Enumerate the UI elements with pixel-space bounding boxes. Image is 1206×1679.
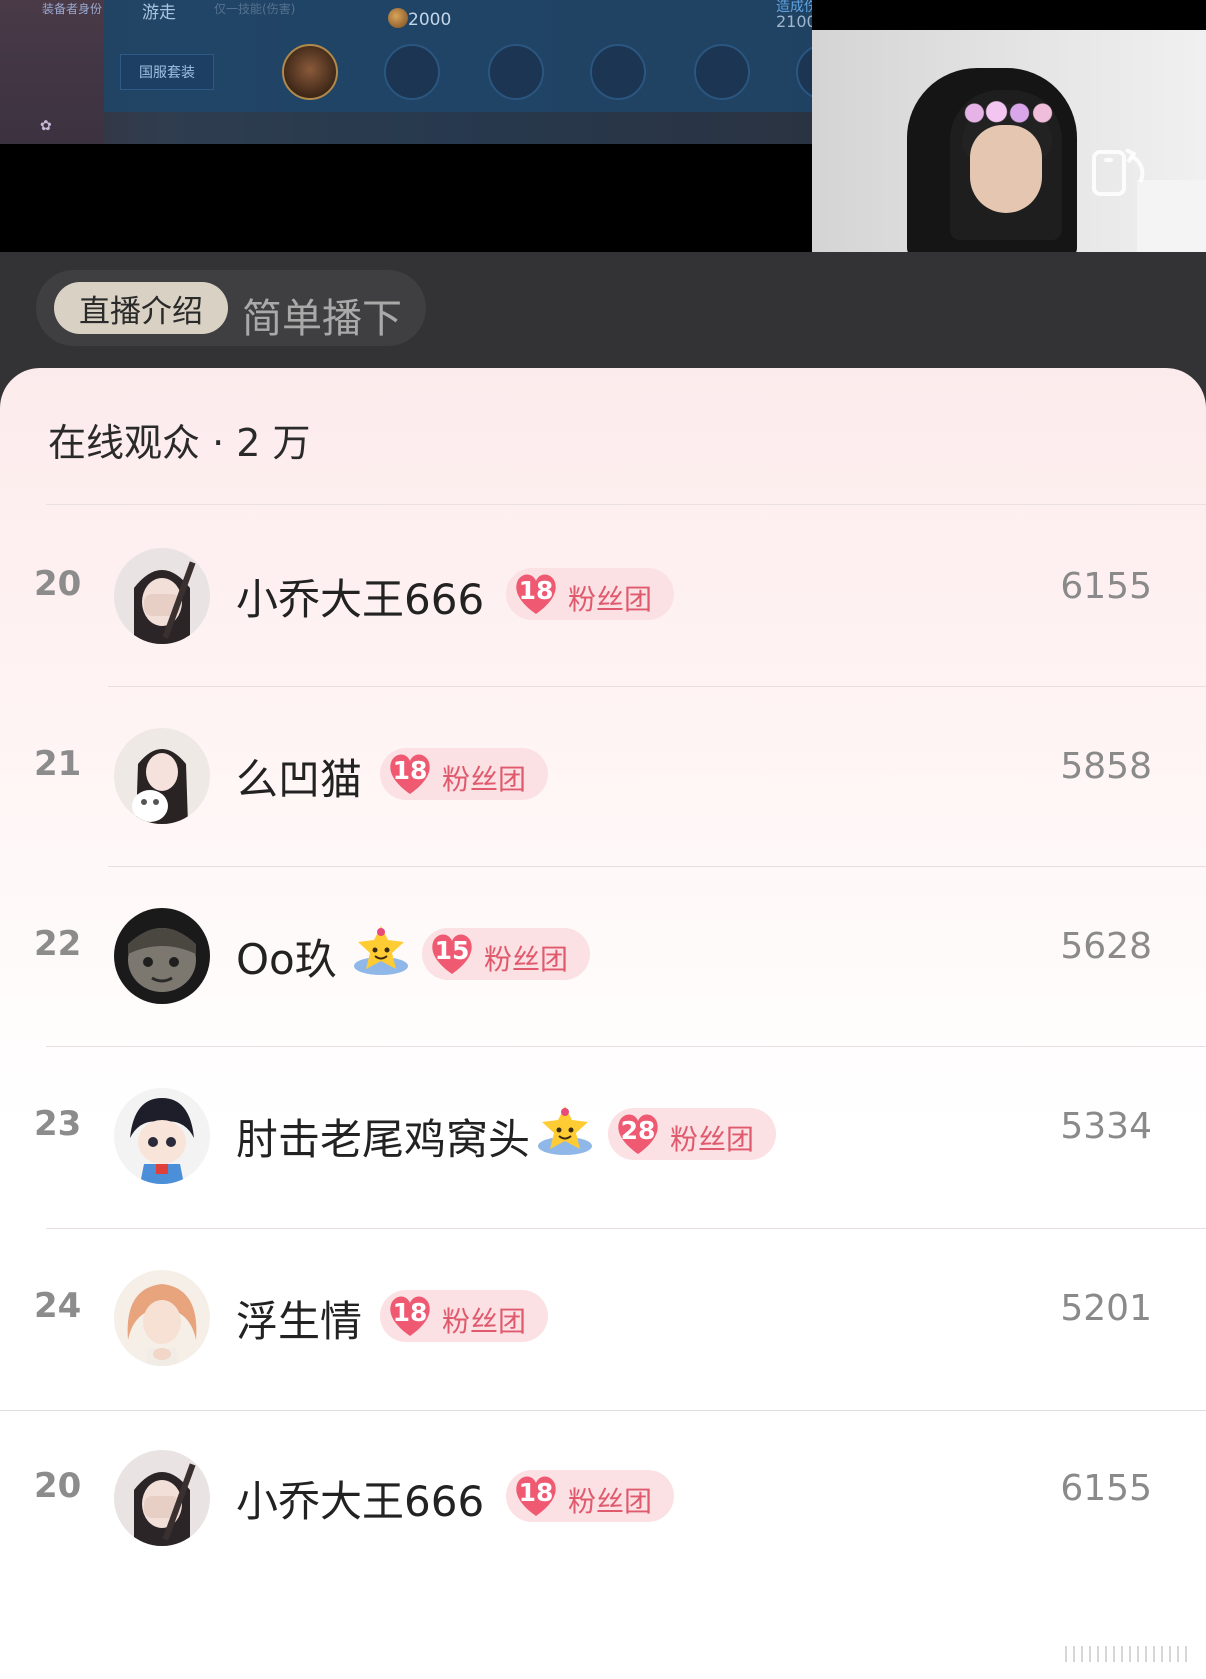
fan-level: 15	[434, 936, 470, 965]
contribution-score: 6155	[1060, 1468, 1152, 1509]
contribution-score: 5628	[1060, 926, 1152, 967]
game-gold: 2000	[408, 10, 452, 30]
item-slot	[694, 44, 750, 100]
contribution-score: 5858	[1060, 746, 1152, 787]
streamer-face	[970, 125, 1042, 213]
user-name: 小乔大王666	[236, 575, 485, 624]
game-screen: 装备者身份 游走 仅一技能(伤害) 2000 造成伤害减速 2100 国服套装 …	[0, 0, 812, 144]
fan-club-badge: 15 粉丝团	[422, 928, 590, 980]
contribution-score: 6155	[1060, 566, 1152, 607]
audience-row[interactable]: 24 浮生情 18 粉丝团 5201	[0, 1228, 1206, 1408]
avatar[interactable]	[114, 1088, 210, 1184]
contribution-score: 5201	[1060, 1288, 1152, 1329]
game-background	[0, 0, 104, 144]
fan-club-badge: 28 粉丝团	[608, 1108, 776, 1160]
fan-club-badge: 18 粉丝团	[380, 748, 548, 800]
user-name: Oo玖	[236, 935, 337, 984]
live-intro-tag: 直播介绍	[54, 282, 228, 334]
audience-row[interactable]: 23 肘击老尾鸡窝头 28 粉丝团 5334	[0, 1046, 1206, 1226]
user-name: 小乔大王666	[236, 1477, 485, 1526]
game-subtext: 仅一技能(伤害)	[214, 2, 296, 16]
audience-row[interactable]: 21 么凹猫 18 粉丝团 5858	[0, 686, 1206, 866]
fan-club-label: 粉丝团	[670, 1123, 755, 1156]
divider	[46, 504, 1206, 505]
fan-level: 18	[392, 1298, 428, 1327]
avatar[interactable]	[114, 1450, 210, 1546]
game-effect-value: 2100	[776, 12, 812, 31]
fan-club-label: 粉丝团	[484, 943, 569, 976]
streamer-camera	[812, 30, 1206, 252]
audience-row[interactable]: 20 小乔大王666 18 粉丝团 6155	[0, 506, 1206, 686]
fan-club-badge: 18 粉丝团	[506, 1470, 674, 1522]
fan-club-label: 粉丝团	[568, 1485, 653, 1518]
avatar[interactable]	[114, 1270, 210, 1366]
user-name: 浮生情	[236, 1297, 363, 1346]
live-intro-text: 简单播下	[242, 296, 402, 342]
rank-number: 21	[34, 744, 82, 784]
game-suit-button: 国服套装	[120, 54, 214, 90]
fan-club-label: 粉丝团	[568, 583, 653, 616]
fan-level: 18	[518, 576, 554, 605]
contribution-score: 5334	[1060, 1106, 1152, 1147]
item-slot	[488, 44, 544, 100]
fan-club-badge: 18 粉丝团	[380, 1290, 548, 1342]
flower-wreath	[960, 100, 1056, 126]
audience-row-self[interactable]: 20 小乔大王666 18 粉丝团 6155	[0, 1408, 1206, 1588]
rank-number: 22	[34, 924, 82, 964]
fan-level: 18	[518, 1478, 554, 1507]
star-face-icon	[538, 1106, 592, 1155]
avatar[interactable]	[114, 908, 210, 1004]
watermark-icon	[1065, 1646, 1187, 1662]
fan-club-label: 粉丝团	[442, 763, 527, 796]
item-slot	[384, 44, 440, 100]
sparkle-icon: ✿	[40, 118, 52, 134]
rank-number: 20	[34, 1466, 82, 1506]
rotate-screen-icon[interactable]	[1090, 142, 1148, 200]
fan-club-badge: 18 粉丝团	[506, 568, 674, 620]
live-video[interactable]: 装备者身份 游走 仅一技能(伤害) 2000 造成伤害减速 2100 国服套装 …	[0, 0, 1206, 252]
user-name: 么凹猫	[236, 755, 363, 804]
fan-level: 18	[392, 756, 428, 785]
rank-number: 24	[34, 1286, 82, 1326]
fan-club-label: 粉丝团	[442, 1305, 527, 1338]
star-face-icon	[354, 926, 408, 975]
fan-level: 28	[620, 1116, 656, 1145]
rank-number: 23	[34, 1104, 82, 1144]
user-name: 肘击老尾鸡窝头	[236, 1115, 531, 1164]
gold-coin-icon	[388, 8, 408, 28]
item-slot	[590, 44, 646, 100]
audience-title: 在线观众 · 2 万	[48, 421, 311, 465]
game-left-hint: 装备者身份	[42, 2, 103, 16]
boots-item-icon	[282, 44, 338, 100]
avatar[interactable]	[114, 728, 210, 824]
audience-row[interactable]: 22 Oo玖 15 粉丝团 5628	[0, 866, 1206, 1046]
game-tab-label: 游走	[142, 3, 176, 23]
avatar[interactable]	[114, 548, 210, 644]
rank-number: 20	[34, 564, 82, 604]
